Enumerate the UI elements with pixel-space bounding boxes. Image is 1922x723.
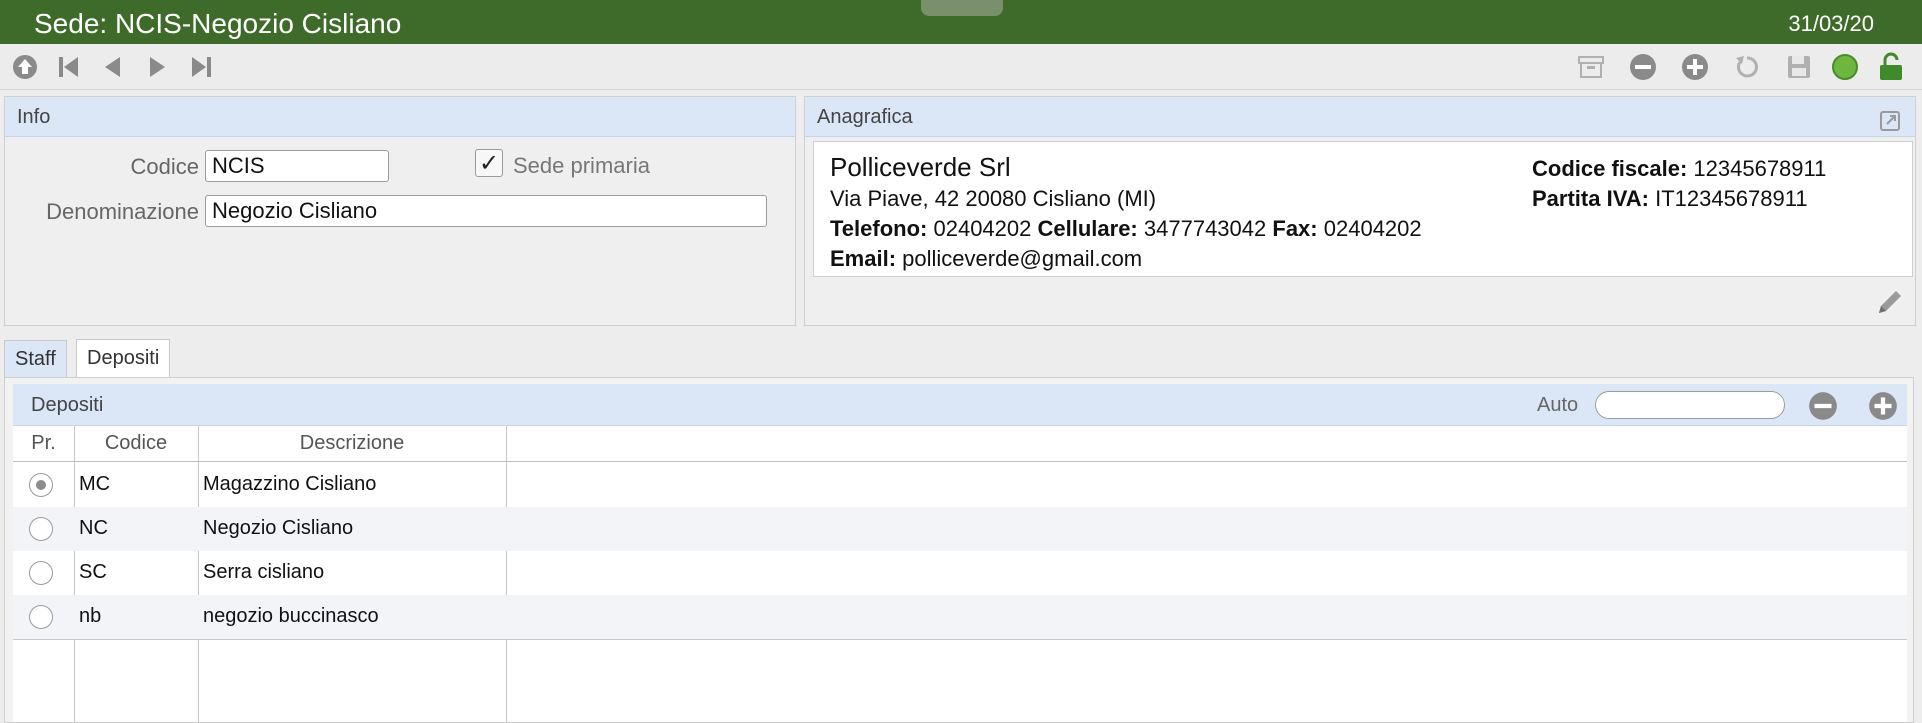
depositi-grid: Pr. Codice Descrizione MC Magazzino Cisl… — [13, 426, 1907, 722]
add-deposito-button[interactable] — [1867, 390, 1899, 422]
previous-record-icon[interactable] — [98, 52, 128, 82]
telefono-value: 02404202 — [933, 216, 1032, 241]
cf-value: 12345678911 — [1693, 156, 1827, 181]
depositi-grid-toolbar: Depositi Auto — [13, 384, 1907, 426]
tab-depositi[interactable]: Depositi — [76, 339, 171, 379]
row-descrizione: Negozio Cisliano — [203, 517, 354, 539]
fax-label: Fax: — [1272, 216, 1318, 241]
unlock-icon[interactable] — [1876, 52, 1906, 82]
toolbar — [0, 44, 1922, 90]
window-drag-handle[interactable] — [921, 0, 1003, 16]
anagrafica-title: Anagrafica — [817, 106, 913, 128]
last-record-icon[interactable] — [186, 52, 216, 82]
cf-label: Codice fiscale: — [1532, 156, 1688, 181]
depositi-tab-content: Depositi Auto Pr. Codice Descrizione MC … — [4, 377, 1914, 723]
row-descrizione: Serra cisliano — [203, 561, 325, 583]
remove-deposito-button[interactable] — [1807, 390, 1839, 422]
cellulare-label: Cellulare: — [1037, 216, 1138, 241]
anagrafica-card: Polliceverde Srl Via Piave, 42 20080 Cis… — [813, 141, 1913, 277]
anagrafica-panel-header: Anagrafica — [805, 97, 1915, 137]
row-descrizione: negozio buccinasco — [203, 605, 379, 627]
auto-label: Auto — [1537, 394, 1579, 416]
cellulare-value: 3477743042 — [1143, 216, 1267, 241]
primary-radio[interactable] — [29, 605, 53, 629]
piva-value: IT12345678911 — [1655, 186, 1808, 211]
status-light-icon — [1830, 52, 1860, 82]
company-name: Polliceverde Srl — [830, 152, 1011, 182]
next-record-icon[interactable] — [142, 52, 172, 82]
row-descrizione: Magazzino Cisliano — [203, 473, 377, 495]
delete-icon[interactable] — [1628, 52, 1658, 82]
denominazione-label: Denominazione — [46, 199, 199, 224]
piva-line: Partita IVA: IT12345678911 — [1532, 186, 1808, 212]
contact-line: Telefono: 02404202 Cellulare: 3477743042… — [830, 216, 1422, 242]
table-row[interactable]: NC Negozio Cisliano — [13, 507, 1907, 551]
undo-icon[interactable] — [1732, 52, 1762, 82]
column-header-pr[interactable]: Pr. — [13, 426, 74, 462]
telefono-label: Telefono: — [830, 216, 928, 241]
info-panel-header: Info — [5, 97, 795, 137]
first-record-icon[interactable] — [54, 52, 84, 82]
row-codice: nb — [79, 605, 102, 627]
column-header-empty — [506, 426, 1907, 462]
codice-label: Codice — [130, 154, 199, 179]
email-label: Email: — [830, 246, 897, 271]
info-panel: Info Codice ✓ Sede primaria Denominazion… — [4, 96, 796, 326]
primary-radio[interactable] — [29, 473, 53, 497]
piva-label: Partita IVA: — [1532, 186, 1649, 211]
title-bar: Sede: NCIS-Negozio Cisliano 31/03/20 — [0, 0, 1922, 44]
table-row[interactable]: MC Magazzino Cisliano — [13, 463, 1907, 507]
save-icon[interactable] — [1784, 52, 1814, 82]
external-link-icon[interactable] — [1879, 106, 1901, 131]
depositi-search-input[interactable] — [1595, 391, 1785, 419]
depositi-grid-title: Depositi — [31, 394, 104, 416]
column-header-codice[interactable]: Codice — [74, 426, 198, 462]
email-line: Email: polliceverde@gmail.com — [830, 246, 1142, 272]
rows-bottom-divider — [13, 639, 1907, 640]
sede-primaria-checkbox[interactable]: ✓ — [475, 149, 503, 177]
fax-value: 02404202 — [1323, 216, 1422, 241]
archive-icon[interactable] — [1576, 52, 1606, 82]
table-row[interactable]: nb negozio buccinasco — [13, 595, 1907, 639]
denominazione-input[interactable] — [205, 195, 767, 227]
home-icon[interactable] — [10, 52, 40, 82]
row-codice: MC — [79, 473, 111, 495]
row-codice: NC — [79, 517, 108, 539]
column-header-descrizione[interactable]: Descrizione — [198, 426, 506, 462]
primary-radio[interactable] — [29, 517, 53, 541]
email-value: polliceverde@gmail.com — [902, 246, 1143, 271]
company-address: Via Piave, 42 20080 Cisliano (MI) — [830, 186, 1157, 211]
row-codice: SC — [79, 561, 107, 583]
cf-line: Codice fiscale: 12345678911 — [1532, 156, 1826, 182]
window-date: 31/03/20 — [1788, 11, 1874, 36]
sede-primaria-label: Sede primaria — [513, 153, 650, 178]
tab-staff[interactable]: Staff — [4, 340, 67, 378]
primary-radio[interactable] — [29, 561, 53, 585]
anagrafica-panel: Anagrafica Polliceverde Srl Via Piave, 4… — [804, 96, 1916, 326]
codice-input[interactable] — [205, 150, 389, 182]
edit-pencil-icon[interactable] — [1875, 287, 1905, 317]
table-row[interactable]: SC Serra cisliano — [13, 551, 1907, 595]
add-icon[interactable] — [1680, 52, 1710, 82]
window-title: Sede: NCIS-Negozio Cisliano — [34, 8, 402, 39]
